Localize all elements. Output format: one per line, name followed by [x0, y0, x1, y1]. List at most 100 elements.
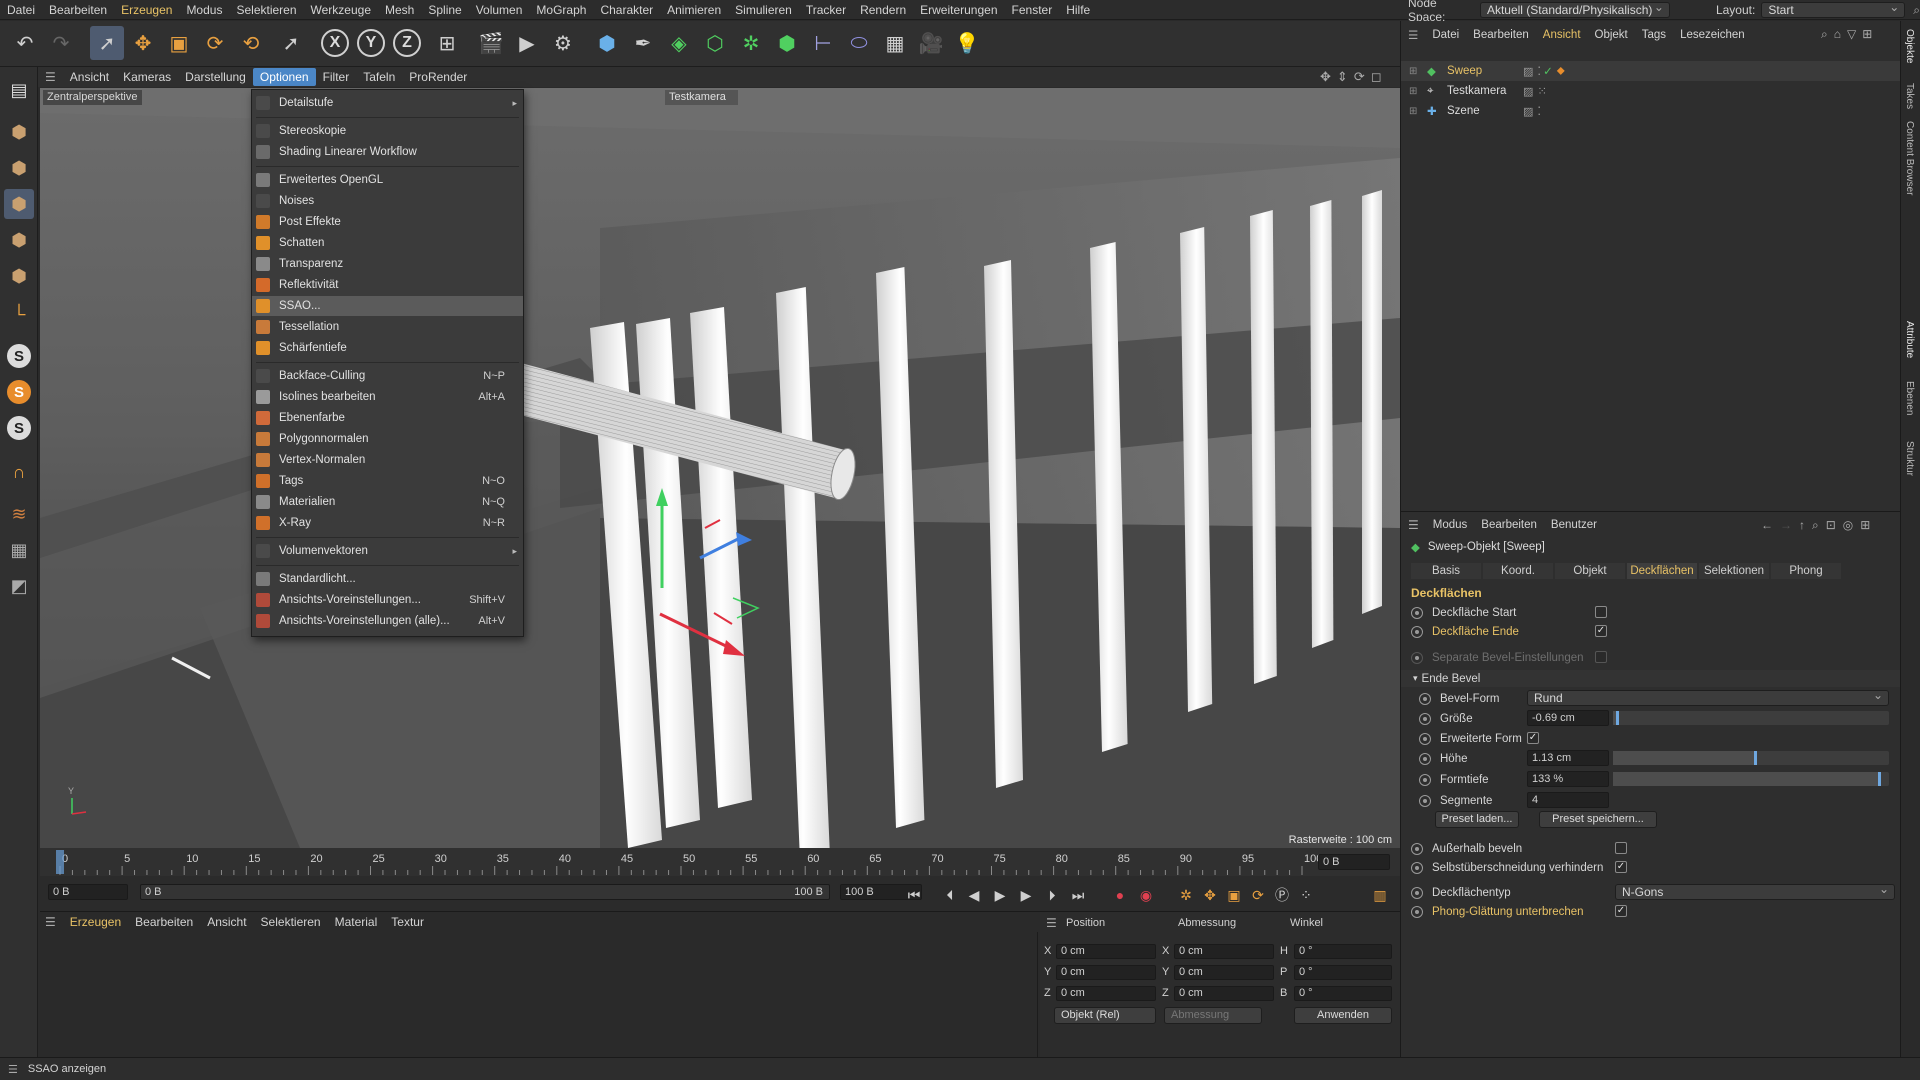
viewport-menu-optionen[interactable]: Optionen: [252, 68, 316, 86]
scale-tool-icon[interactable]: ▣: [162, 26, 196, 60]
size-input[interactable]: -0.69 cm: [1527, 710, 1609, 726]
generator-icon[interactable]: ⬡: [698, 26, 732, 60]
move-tool-icon[interactable]: ✥: [126, 26, 160, 60]
expand-icon[interactable]: ⊞: [1409, 86, 1423, 97]
viewport-menu-filter[interactable]: Filter: [316, 68, 357, 86]
size-mode-dropdown[interactable]: Abmessung: [1164, 1007, 1262, 1024]
z-axis-lock-icon[interactable]: Z: [390, 26, 424, 60]
self-intersect-checkbox[interactable]: ✓: [1615, 861, 1627, 873]
enabled-check-icon[interactable]: ✓: [1543, 64, 1553, 78]
menu-animieren[interactable]: Animieren: [660, 0, 728, 20]
extended-shape-checkbox[interactable]: ✓: [1527, 732, 1539, 744]
point-mode-icon[interactable]: ⬢: [4, 189, 34, 219]
menu-item-schatten[interactable]: Schatten: [252, 233, 523, 253]
material-menu-textur[interactable]: Textur: [384, 915, 431, 929]
object-menu-tags[interactable]: Tags: [1635, 29, 1673, 41]
render-settings-icon[interactable]: ⚙: [546, 26, 580, 60]
cap-end-checkbox[interactable]: ✓: [1595, 625, 1607, 637]
rotation-h-input[interactable]: 0 °: [1294, 944, 1392, 959]
menu-item-noises[interactable]: Noises: [252, 191, 523, 211]
rotation-p-input[interactable]: 0 °: [1294, 965, 1392, 980]
timeline-ruler[interactable]: 0 5 10 15 20 25 30 35 40 45 50 55 60 65 70 75 80 85 90 95 10…: [40, 848, 1400, 876]
target-icon[interactable]: ◎: [1843, 518, 1853, 533]
anim-dot-icon[interactable]: [1411, 905, 1423, 918]
polygon-mode-icon[interactable]: ⬢: [4, 261, 34, 291]
anim-dot-icon[interactable]: [1411, 606, 1423, 619]
menu-item-volumenvektoren[interactable]: Volumenvektoren ▸: [252, 541, 523, 561]
menu-item-shading-linearer-workflow[interactable]: Shading Linearer Workflow: [252, 142, 523, 162]
search-icon[interactable]: ⌕: [1821, 27, 1828, 42]
depth-input[interactable]: 133 %: [1527, 771, 1609, 787]
floor-icon[interactable]: ▦: [878, 26, 912, 60]
menu-bearbeiten[interactable]: Bearbeiten: [42, 0, 114, 20]
tab-phong[interactable]: Phong: [1771, 563, 1841, 579]
prev-frame-icon[interactable]: ◀: [964, 885, 984, 905]
up-arrow-icon[interactable]: ↑: [1799, 518, 1805, 533]
attr-menu-bearbeiten[interactable]: Bearbeiten: [1474, 519, 1544, 531]
snap-icon[interactable]: S: [4, 341, 34, 371]
object-row-sweep[interactable]: ⊞ ◆ Sweep ▨ ⁚ ✓ ⬥: [1401, 61, 1901, 81]
anim-dot-icon[interactable]: [1419, 794, 1431, 807]
menu-item-erweitertes-opengl[interactable]: Erweitertes OpenGL: [252, 170, 523, 190]
cap-type-dropdown[interactable]: N-Gons: [1615, 882, 1895, 900]
material-menu-selektieren[interactable]: Selektieren: [254, 915, 328, 929]
expand-icon[interactable]: ⊞: [1409, 66, 1423, 77]
anim-dot-icon[interactable]: [1419, 773, 1431, 786]
undo-icon[interactable]: ↶: [8, 26, 42, 60]
3d-viewport[interactable]: Y Zentralperspektive Testkamera Rasterwe…: [40, 88, 1400, 848]
recent-tools-icon[interactable]: ⟲: [234, 26, 268, 60]
prev-key-icon[interactable]: ⏴: [940, 885, 960, 905]
viewport-menu-prorender[interactable]: ProRender: [402, 68, 474, 86]
tab-selektionen[interactable]: Selektionen: [1699, 563, 1769, 579]
key-pla-icon[interactable]: ⁘: [1296, 885, 1316, 905]
anim-dot-icon[interactable]: [1419, 712, 1431, 725]
object-menu-lesezeichen[interactable]: Lesezeichen: [1673, 29, 1752, 41]
dolly-icon[interactable]: ⇕: [1337, 69, 1348, 85]
filter-icon[interactable]: ▽: [1847, 27, 1856, 42]
visibility-icon[interactable]: ▨: [1523, 105, 1533, 118]
goto-end-icon[interactable]: ⏭: [1068, 885, 1088, 905]
menu-mesh[interactable]: Mesh: [378, 0, 421, 20]
side-tab-ebenen[interactable]: Ebenen: [1904, 381, 1915, 415]
axis-mode-icon[interactable]: └: [4, 299, 34, 329]
viewport-menu-tafeln[interactable]: Tafeln: [356, 68, 402, 86]
current-frame-field[interactable]: 0 B: [1318, 854, 1390, 870]
anim-dot-icon[interactable]: [1419, 732, 1431, 745]
render-dots-icon[interactable]: ⁙: [1537, 84, 1547, 98]
object-menu-datei[interactable]: Datei: [1425, 29, 1466, 41]
side-tab-content-browser[interactable]: Content Browser: [1904, 121, 1915, 195]
workplane-icon[interactable]: ≋: [4, 499, 34, 529]
anim-dot-icon[interactable]: [1419, 752, 1431, 765]
menu-item-polygonnormalen[interactable]: Polygonnormalen: [252, 429, 523, 449]
model-mode-icon[interactable]: ⬢: [4, 117, 34, 147]
object-row-testkamera[interactable]: ⊞ ⌖ Testkamera ▨ ⁙: [1401, 81, 1901, 101]
cloner-icon[interactable]: ✲: [734, 26, 768, 60]
attr-menu-modus[interactable]: Modus: [1426, 519, 1475, 531]
separate-bevel-checkbox[interactable]: [1595, 651, 1607, 663]
render-view-icon[interactable]: ▶: [510, 26, 544, 60]
menu-volumen[interactable]: Volumen: [469, 0, 530, 20]
menu-werkzeuge[interactable]: Werkzeuge: [304, 0, 378, 20]
key-selection-icon[interactable]: ✲: [1176, 885, 1196, 905]
menu-item-transparenz[interactable]: Transparenz: [252, 254, 523, 274]
visibility-icon[interactable]: ▨: [1523, 65, 1533, 78]
anim-dot-icon[interactable]: [1411, 625, 1423, 638]
lock-icon[interactable]: ⊡: [1826, 518, 1836, 533]
subdivision-icon[interactable]: ◈: [662, 26, 696, 60]
material-menu-material[interactable]: Material: [328, 915, 385, 929]
menu-item-standardlicht[interactable]: Standardlicht...: [252, 569, 523, 589]
menu-simulieren[interactable]: Simulieren: [728, 0, 799, 20]
menu-item-stereoskopie[interactable]: Stereoskopie: [252, 121, 523, 141]
select-tool-icon[interactable]: ➚: [90, 26, 124, 60]
material-menu-ansicht[interactable]: Ansicht: [200, 915, 253, 929]
preset-save-button[interactable]: Preset speichern...: [1539, 811, 1657, 828]
visibility-icon[interactable]: ▨: [1523, 85, 1533, 98]
anim-dot-icon[interactable]: [1419, 692, 1431, 705]
menu-mograph[interactable]: MoGraph: [529, 0, 593, 20]
rotation-b-input[interactable]: 0 °: [1294, 986, 1392, 1001]
playhead[interactable]: [56, 850, 64, 874]
slider-knob[interactable]: [1877, 772, 1881, 786]
camera-icon[interactable]: 🎥: [914, 26, 948, 60]
rotate-tool-icon[interactable]: ⟳: [198, 26, 232, 60]
render-dots-icon[interactable]: ⁚: [1537, 104, 1541, 118]
